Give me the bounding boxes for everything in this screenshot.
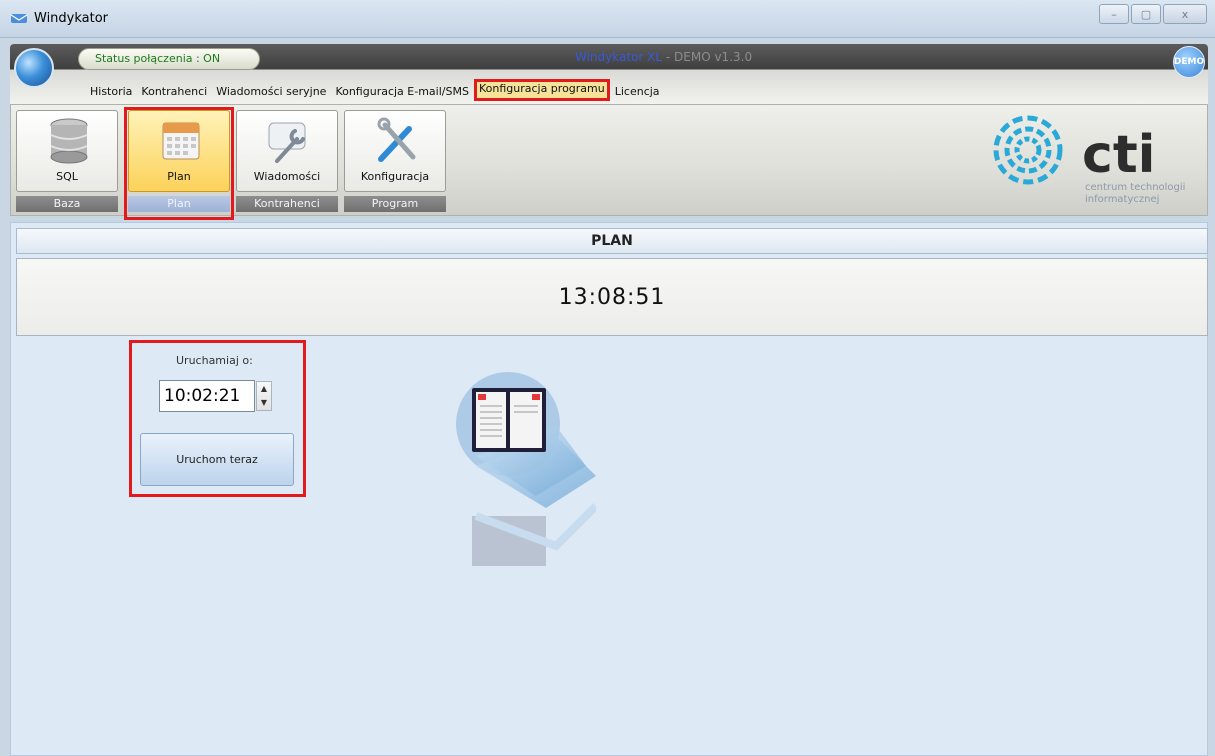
sql-button[interactable]: SQL: [16, 110, 118, 192]
wiadomosci-button-label: Wiadomości: [253, 170, 321, 183]
group-label-baza: Baza: [16, 196, 118, 212]
minimize-button[interactable]: –: [1099, 4, 1129, 24]
app-icon: [10, 14, 28, 23]
highlight-plan-button: [124, 107, 234, 220]
cti-tagline-line1: centrum technologii: [1085, 182, 1186, 193]
planner-illustration-icon: [456, 372, 596, 566]
tools-icon: [377, 117, 416, 162]
menu-item-kontrahenci[interactable]: Kontrahenci: [137, 82, 211, 101]
wiadomosci-button[interactable]: Wiadomości: [236, 110, 338, 192]
database-icon: [50, 118, 88, 164]
connection-status: Status połączenia : ON: [78, 48, 260, 70]
app-name: Windykator XL - DEMO v1.3.0: [575, 50, 752, 64]
highlight-schedule-panel: [129, 340, 306, 497]
group-label-program: Program: [344, 196, 446, 212]
group-label-kontrahenci: Kontrahenci: [236, 196, 338, 212]
main-menu: Historia Kontrahenci Wiadomości seryjne …: [86, 79, 665, 101]
cti-logo-text: cti: [1082, 125, 1156, 185]
sql-button-label: SQL: [56, 170, 78, 183]
maximize-button[interactable]: ▢: [1131, 4, 1161, 24]
current-time: 13:08:51: [558, 285, 666, 310]
message-wrench-icon: [268, 122, 306, 163]
konfiguracja-button-label: Konfiguracja: [360, 170, 430, 183]
menu-item-konfiguracja-email-sms[interactable]: Konfiguracja E-mail/SMS: [331, 82, 473, 101]
close-button[interactable]: x: [1163, 4, 1207, 24]
clock-panel: 13:08:51: [16, 258, 1208, 336]
globe-icon[interactable]: [14, 48, 54, 88]
cti-tagline: centrum technologii informatycznej: [1085, 182, 1185, 206]
window-title: Windykator: [34, 11, 109, 26]
app-name-label: Windykator XL: [575, 50, 663, 64]
menu-item-konfiguracja-programu[interactable]: Konfiguracja programu: [473, 79, 610, 101]
cti-tagline-line2: informatycznej: [1085, 194, 1160, 205]
app-version: - DEMO v1.3.0: [662, 50, 753, 64]
menu-item-licencja[interactable]: Licencja: [611, 82, 664, 101]
menu-item-historia[interactable]: Historia: [86, 82, 136, 101]
demo-badge: DEMO: [1173, 46, 1205, 78]
plan-title: PLAN: [16, 228, 1208, 254]
konfiguracja-button[interactable]: Konfiguracja: [344, 110, 446, 192]
window-title-bar: Windykator – ▢ x: [0, 0, 1215, 38]
menu-item-wiadomosci-seryjne[interactable]: Wiadomości seryjne: [212, 82, 330, 101]
